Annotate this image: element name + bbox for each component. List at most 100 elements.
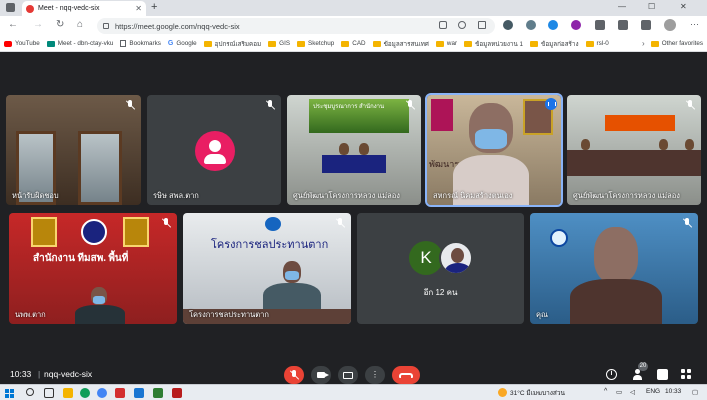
favorites-icon[interactable] xyxy=(595,20,605,30)
read-aloud-icon[interactable] xyxy=(458,21,466,29)
reload-icon[interactable]: ↻ xyxy=(56,19,64,30)
chevron-right-icon[interactable]: › xyxy=(642,39,645,48)
participant-name: ศูนย์พัฒนาโครงการหลวง แม่ลอง xyxy=(293,191,400,200)
bookmark-folder[interactable]: ข้อมูลก่อสร้าง xyxy=(530,39,579,49)
more-vert-icon: ⋮ xyxy=(371,370,379,379)
edge-browser-icon[interactable] xyxy=(80,388,90,398)
input-language[interactable]: ENG xyxy=(646,388,660,395)
bookmark-bookmarks[interactable]: Bookmarks xyxy=(120,40,161,47)
task-view-icon[interactable] xyxy=(44,388,54,398)
meet-control-bar: 10:33 | nqq-vedc-six ⋮ i 20 xyxy=(0,362,707,384)
extensions-icon[interactable] xyxy=(641,20,651,30)
notifications-icon[interactable]: ▢ xyxy=(692,388,698,396)
meeting-table xyxy=(567,150,701,176)
bookmark-folder[interactable]: GIS xyxy=(268,40,290,47)
mic-off-icon xyxy=(682,218,692,228)
participant-tile[interactable]: โครงการชลประทานตาก โครงการชลประทานตาก xyxy=(183,213,351,324)
camera-in-use-icon[interactable] xyxy=(439,21,447,29)
chat-icon[interactable] xyxy=(657,369,668,380)
bookmarks-bar: YouTube Meet - dbn-ctay-vku Bookmarks GG… xyxy=(0,36,707,52)
browser-tab-meet[interactable]: Meet - nqq-vedc-six ✕ xyxy=(22,1,146,16)
participant-tile-speaking[interactable]: พัฒนาราษฎร์ สหกรณ์ นิคมสร้างตนเอง xyxy=(425,93,563,207)
favorite-star-icon[interactable] xyxy=(478,21,486,29)
mic-off-icon xyxy=(161,218,171,228)
home-icon[interactable]: ⌂ xyxy=(77,19,83,30)
meet-favicon-icon xyxy=(26,4,34,13)
google-icon: G xyxy=(167,40,174,47)
bookmark-folder[interactable]: war xyxy=(435,40,457,47)
extension-icon[interactable] xyxy=(548,20,558,30)
bookmark-google[interactable]: G Google xyxy=(168,40,197,47)
others-tile[interactable]: K อีก 12 คน xyxy=(357,213,524,324)
mic-off-icon xyxy=(335,218,345,228)
bookmark-folder[interactable]: ข้อมูลสารสนเทศ xyxy=(372,39,429,49)
lock-icon[interactable] xyxy=(103,23,109,29)
windows-start-icon[interactable] xyxy=(5,389,14,398)
participant-tile[interactable]: ศูนย์พัฒนาโครงการหลวง แม่ลอง xyxy=(567,95,701,205)
participant-tile[interactable]: ประชุมบูรณาการ สำนักงาน ศูนย์พัฒนาโครงกา… xyxy=(287,95,421,205)
extension-icon[interactable] xyxy=(571,20,581,30)
collections-icon[interactable] xyxy=(618,20,628,30)
participant-name: นพพ.ตาก xyxy=(15,310,46,319)
more-menu-icon[interactable]: ⋯ xyxy=(690,19,699,30)
camera-toggle-button[interactable] xyxy=(311,366,331,384)
participant-name: โครงการชลประทานตาก xyxy=(189,310,269,319)
other-favorites[interactable]: › Other favorites xyxy=(639,36,703,51)
meet-icon xyxy=(46,40,55,47)
chrome-icon[interactable] xyxy=(97,388,107,398)
bookmark-youtube[interactable]: YouTube xyxy=(4,40,40,47)
separator: | xyxy=(38,369,41,379)
folder-icon xyxy=(297,40,306,47)
bookmark-folder[interactable]: อุปกรณ์เสริมคอม xyxy=(203,39,261,49)
new-tab-button[interactable]: + xyxy=(151,1,157,13)
folder-icon xyxy=(650,40,659,47)
bookmark-meet[interactable]: Meet - dbn-ctay-vku xyxy=(46,40,113,47)
bookmark-folder[interactable]: ข้อมูลหน่วยงาน 1 xyxy=(464,39,523,49)
participant-tile[interactable]: หน้ารับผิดชอบ xyxy=(6,95,141,205)
meeting-info-icon[interactable]: i xyxy=(606,369,617,380)
participant-tile[interactable]: รษิษ สพล.ตาก xyxy=(147,95,281,205)
address-bar[interactable]: https://meet.google.com/nqq-vedc-six xyxy=(97,18,495,34)
folder-icon xyxy=(372,40,381,47)
meeting-code: nqq-vedc-six xyxy=(44,369,93,379)
maximize-icon[interactable]: ☐ xyxy=(648,2,655,11)
search-icon[interactable] xyxy=(26,388,34,396)
back-icon[interactable]: ← xyxy=(8,19,18,30)
extension-icon[interactable] xyxy=(526,20,536,30)
more-options-button[interactable]: ⋮ xyxy=(365,366,385,384)
activities-icon[interactable] xyxy=(681,369,692,380)
bookmark-folder[interactable]: rsl-0 xyxy=(585,40,609,47)
mic-off-icon xyxy=(685,100,695,110)
bookmark-folder[interactable]: CAD xyxy=(341,40,366,47)
close-window-icon[interactable]: ✕ xyxy=(680,2,687,11)
participant-name: คุณ xyxy=(536,310,548,319)
profile-avatar[interactable] xyxy=(664,19,676,31)
participant-name: หน้ารับผิดชอบ xyxy=(12,191,59,200)
mic-toggle-button[interactable] xyxy=(284,366,304,384)
network-icon[interactable]: ▭ xyxy=(616,388,622,396)
extension-icon[interactable] xyxy=(503,20,513,30)
stage-banner xyxy=(605,115,675,131)
app-icon[interactable] xyxy=(115,388,125,398)
participant-tile[interactable]: สำนักงาน ทีมสพ. พื้นที่ นพพ.ตาก xyxy=(9,213,177,324)
participant-face xyxy=(594,227,638,283)
tray-chevron-icon[interactable]: ^ xyxy=(604,388,607,395)
present-screen-button[interactable] xyxy=(338,366,358,384)
forward-icon[interactable]: → xyxy=(33,19,43,30)
folder-icon xyxy=(341,40,350,47)
taskbar-clock[interactable]: 10:33 xyxy=(665,388,681,395)
app-icon[interactable] xyxy=(134,388,144,398)
app-icon[interactable] xyxy=(153,388,163,398)
close-tab-icon[interactable]: ✕ xyxy=(135,4,142,13)
minimize-icon[interactable]: — xyxy=(618,2,626,11)
end-call-button[interactable] xyxy=(392,366,420,384)
bookmark-folder[interactable]: Sketchup xyxy=(297,40,334,47)
app-icon[interactable] xyxy=(172,388,182,398)
workspace-icon[interactable] xyxy=(6,3,15,12)
volume-icon[interactable]: ◁ xyxy=(630,388,635,396)
weather-text[interactable]: 31°C มีเมฆบางส่วน xyxy=(510,388,565,398)
avatar xyxy=(195,131,235,171)
avatar: K xyxy=(409,241,443,275)
file-explorer-icon[interactable] xyxy=(63,388,73,398)
participant-tile-self[interactable]: คุณ xyxy=(530,213,698,324)
